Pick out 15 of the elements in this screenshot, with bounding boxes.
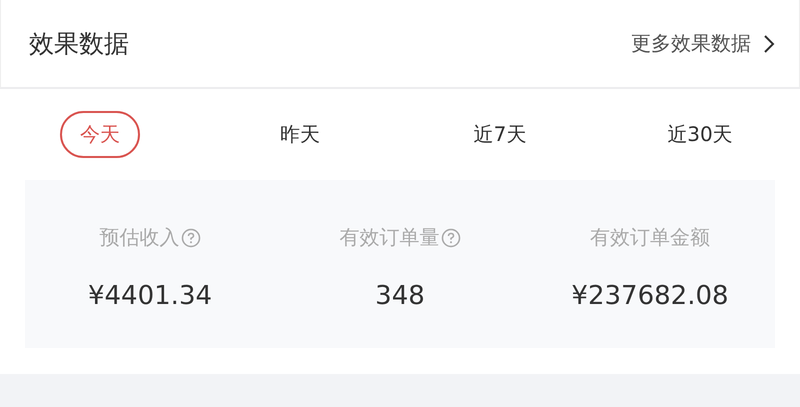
date-tab[interactable]: 今天 (60, 111, 140, 158)
date-tab[interactable]: 近7天 (454, 111, 546, 158)
stat-label: 有效订单金额 (590, 224, 710, 251)
help-icon[interactable] (180, 228, 200, 248)
help-icon[interactable] (440, 228, 460, 248)
stat-value: 348 (375, 281, 425, 311)
stat-label: 预估收入 (100, 224, 180, 251)
stat-label: 有效订单量 (340, 224, 440, 251)
stat-value: ¥4401.34 (88, 281, 212, 311)
date-tab[interactable]: 近30天 (647, 111, 753, 158)
chevron-right-icon (763, 34, 775, 54)
stat-value: ¥237682.08 (571, 281, 729, 311)
date-tab[interactable]: 昨天 (260, 111, 340, 158)
more-data-link[interactable]: 更多效果数据 (631, 30, 775, 57)
section-title: 效果数据 (29, 28, 129, 60)
